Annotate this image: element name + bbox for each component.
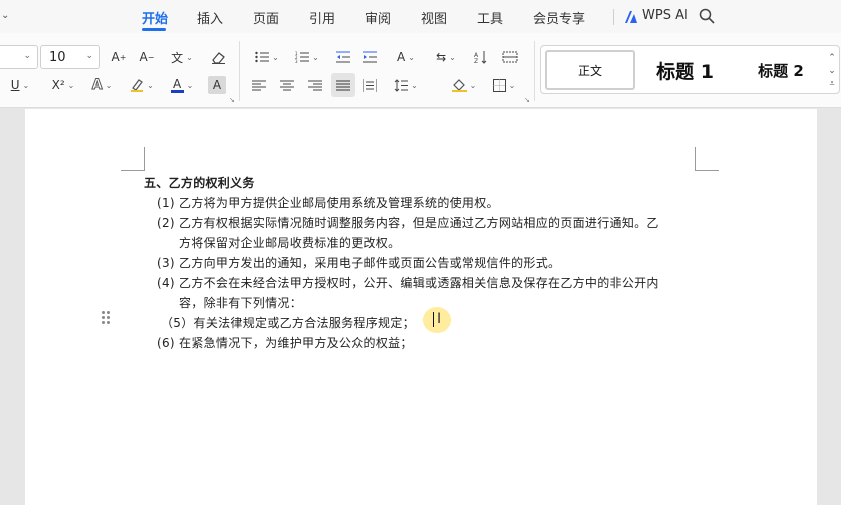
- style-normal[interactable]: 正文: [545, 50, 635, 90]
- margin-corner-mark: [121, 147, 145, 171]
- shading-icon[interactable]: ⌄: [448, 74, 480, 96]
- tab-page[interactable]: 页面: [253, 8, 279, 27]
- style-heading-2[interactable]: 标题 2: [741, 50, 821, 90]
- align-center-icon[interactable]: [277, 74, 297, 96]
- section-heading: 五、乙方的权利义务: [144, 176, 255, 190]
- gallery-scroll-icon[interactable]: ⌃ ⌄ ⩡: [827, 52, 837, 91]
- ribbon-toolbar: ⌄ 10 ⌄ A + A − 文 ⌄ U ⌄ X² ⌄ A ⌄ ⌄ A ⌄ A ↘ ⌄ 123…: [0, 33, 841, 108]
- search-icon[interactable]: [699, 8, 715, 28]
- sort-icon[interactable]: AZ: [470, 46, 492, 68]
- text-direction-icon[interactable]: A ⌄: [390, 46, 422, 68]
- tab-view[interactable]: 视图: [421, 8, 447, 27]
- highlight-icon[interactable]: ⌄: [126, 74, 158, 96]
- paragraph-drag-handle[interactable]: [102, 311, 112, 327]
- tab-references[interactable]: 引用: [309, 8, 335, 27]
- character-shading-icon[interactable]: A: [208, 76, 226, 94]
- tab-member[interactable]: 会员专享: [533, 8, 585, 27]
- text-effect-icon[interactable]: A ⌄: [86, 74, 118, 96]
- paragraph-line-active: （5）有关法律规定或乙方合法服务程序规定；: [161, 316, 415, 330]
- decrease-indent-icon[interactable]: [333, 46, 353, 68]
- text-caret: [433, 312, 434, 327]
- distributed-align-icon[interactable]: [360, 74, 380, 96]
- superscript-icon[interactable]: X² ⌄: [47, 74, 79, 96]
- wps-ai-icon: [624, 9, 638, 28]
- style-gallery: 正文 标题 1 标题 2 ⌃ ⌄ ⩡: [540, 45, 840, 94]
- paragraph-line: (6) 在紧急情况下，为维护甲方及公众的权益；: [157, 336, 413, 350]
- ribbon-divider: [239, 41, 240, 101]
- tab-review[interactable]: 审阅: [365, 8, 391, 27]
- eraser-icon[interactable]: [207, 46, 229, 68]
- document-page[interactable]: 五、乙方的权利义务 (1) 乙方将为甲方提供企业邮局使用系统及管理系统的使用权。…: [25, 109, 817, 505]
- tab-insert[interactable]: 插入: [197, 8, 223, 27]
- phonetic-guide-icon[interactable]: 文 ⌄: [165, 46, 199, 68]
- active-tab-indicator: [142, 28, 166, 31]
- menu-divider: [613, 9, 614, 25]
- chevron-down-icon: ⌄: [23, 51, 31, 61]
- increase-indent-icon[interactable]: [360, 46, 380, 68]
- decrease-font-icon[interactable]: A −: [136, 46, 158, 68]
- chevron-down-icon[interactable]: ⌄: [1, 10, 9, 21]
- tab-home[interactable]: 开始: [142, 8, 168, 27]
- margin-corner-mark: [695, 147, 719, 171]
- justify-icon[interactable]: [331, 73, 355, 97]
- bullet-list-icon[interactable]: ⌄: [252, 46, 282, 68]
- tab-tools[interactable]: 工具: [477, 8, 503, 27]
- menu-bar: ⌄ 开始 插入 页面 引用 审阅 视图 工具 会员专享 WPS AI: [0, 0, 841, 33]
- font-family-select[interactable]: ⌄: [0, 45, 38, 69]
- paragraph-line: (4) 乙方不会在未经合法甲方授权时，公开、编辑或透露相关信息及保存在乙方中的非…: [157, 276, 659, 290]
- borders-icon[interactable]: ⌄: [488, 74, 520, 96]
- style-heading-1[interactable]: 标题 1: [645, 50, 725, 90]
- underline-icon[interactable]: U ⌄: [0, 74, 40, 96]
- ibeam-cursor-icon: I: [437, 311, 442, 327]
- numbered-list-icon[interactable]: 1 2 3 ⌄: [292, 46, 322, 68]
- font-size-value: 10: [49, 49, 66, 65]
- align-right-icon[interactable]: [305, 74, 325, 96]
- dialog-launcher-icon[interactable]: ↘: [524, 96, 530, 104]
- show-marks-icon[interactable]: [499, 46, 521, 68]
- line-spacing-icon[interactable]: ⌄: [390, 74, 422, 96]
- svg-text:3: 3: [295, 59, 298, 63]
- align-left-icon[interactable]: [249, 74, 269, 96]
- ribbon-divider: [534, 41, 535, 101]
- dialog-launcher-icon[interactable]: ↘: [229, 96, 235, 104]
- paragraph-line: (3) 乙方向甲方发出的通知，采用电子邮件或页面公告或常规信件的形式。: [157, 256, 561, 270]
- paragraph-line: 容，除非有下列情况：: [179, 296, 303, 310]
- paragraph-line: (1) 乙方将为甲方提供企业邮局使用系统及管理系统的使用权。: [157, 196, 499, 210]
- paragraph-line: 方将保留对企业邮局收费标准的更改权。: [179, 236, 401, 250]
- font-color-icon[interactable]: A ⌄: [166, 74, 198, 96]
- chinese-layout-icon[interactable]: ⇆ ⌄: [430, 46, 462, 68]
- font-size-select[interactable]: 10 ⌄: [40, 45, 100, 69]
- paragraph-line: (2) 乙方有权根据实际情况随时调整服务内容，但是应通过乙方网站相应的页面进行通…: [157, 216, 659, 230]
- chevron-down-icon: ⌄: [85, 51, 93, 61]
- increase-font-icon[interactable]: A +: [108, 46, 130, 68]
- wps-ai-button[interactable]: WPS AI: [642, 8, 688, 23]
- svg-text:Z: Z: [474, 58, 478, 64]
